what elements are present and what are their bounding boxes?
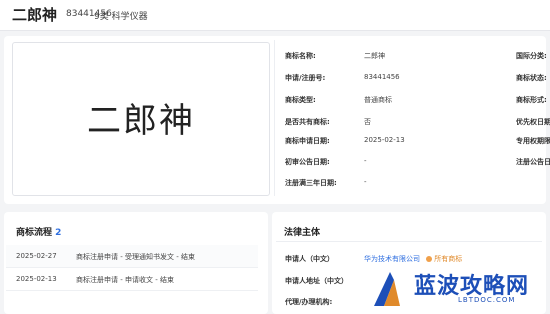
- watermark-url: LBTDOC.COM: [458, 296, 516, 304]
- detail-label-form: 商标形式:: [516, 96, 547, 104]
- detail-value-three-year: -: [364, 178, 367, 186]
- detail-label-type: 商标类型:: [285, 96, 316, 104]
- flow-date: 2025-02-13: [16, 275, 57, 283]
- address-label: 申请人地址（中文）: [285, 277, 348, 285]
- legal-title: 法律主体: [284, 228, 321, 238]
- detail-label-exclusive: 专用权期限: [516, 137, 550, 145]
- flow-date: 2025-02-27: [16, 252, 57, 260]
- watermark: 蓝波攻略网 LBTDOC.COM: [370, 266, 546, 312]
- flow-item: 2025-02-27 商标注册申请 - 受理通知书发文 - 结束: [6, 245, 258, 268]
- applicant-link[interactable]: 华为技术有限公司: [364, 255, 420, 263]
- all-trademarks-link[interactable]: 所有商标: [426, 255, 462, 263]
- divider: [274, 40, 275, 196]
- all-trademarks-icon: [426, 256, 433, 262]
- flow-text: 商标注册申请 - 申请收文 - 结束: [76, 276, 174, 284]
- flow-text: 商标注册申请 - 受理通知书发文 - 结束: [76, 253, 195, 261]
- detail-value-apply-date: 2025-02-13: [364, 136, 405, 144]
- watermark-logo-icon: [374, 272, 400, 306]
- detail-value-shared: 否: [364, 118, 371, 126]
- detail-label-priority: 优先权日期: [516, 118, 550, 126]
- detail-value-regno: 83441456: [364, 73, 400, 81]
- detail-label-apply-date: 商标申请日期:: [285, 137, 330, 145]
- detail-value-prelim-date: -: [364, 157, 367, 165]
- flow-count: 2: [55, 228, 62, 238]
- detail-label-three-year: 注册满三年日期:: [285, 179, 337, 187]
- trademark-class: 9类 科学仪器: [94, 12, 148, 22]
- applicant-row: 华为技术有限公司 所有商标: [364, 254, 462, 264]
- detail-label-status: 商标状态:: [516, 74, 547, 82]
- detail-value-type: 普通商标: [364, 96, 392, 104]
- trademark-title: 二郎神: [12, 6, 58, 24]
- flow-item: 2025-02-13 商标注册申请 - 申请收文 - 结束: [6, 268, 258, 291]
- detail-label-shared: 是否共有商标:: [285, 118, 330, 126]
- flow-title: 商标流程 2: [16, 228, 62, 238]
- detail-label-regno: 申请/注册号:: [285, 74, 326, 82]
- legal-divider: [276, 241, 542, 242]
- trademark-image-text: 二郎神: [87, 101, 195, 141]
- trademark-image[interactable]: 二郎神: [12, 42, 270, 196]
- detail-label-reg-announce: 注册公告日: [516, 158, 550, 166]
- agent-label: 代理/办理机构:: [285, 298, 333, 306]
- detail-label-prelim-date: 初审公告日期:: [285, 158, 330, 166]
- detail-label-name: 商标名称:: [285, 52, 316, 60]
- detail-value-name: 二郎神: [364, 52, 385, 60]
- detail-label-intl-class: 国际分类:: [516, 52, 547, 60]
- applicant-label: 申请人（中文）: [285, 255, 334, 263]
- page-header: 二郎神 83441456 9类 科学仪器: [0, 0, 550, 31]
